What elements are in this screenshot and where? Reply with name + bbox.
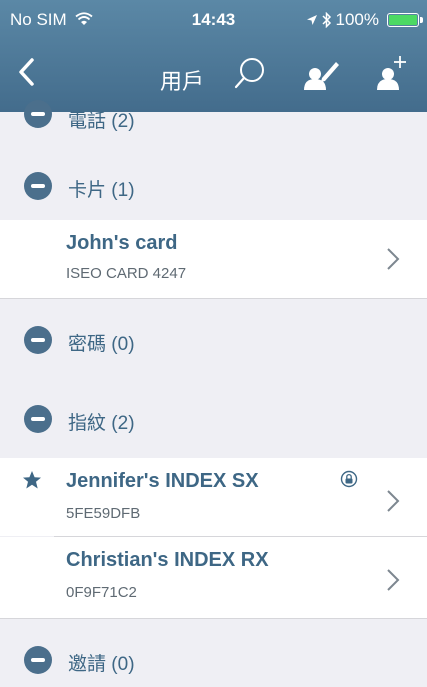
- section-label-phones: 電話 (2): [68, 111, 135, 132]
- section-header-cards[interactable]: 卡片 (1): [0, 150, 427, 220]
- chevron-right-icon: [387, 248, 400, 270]
- list-item-christian-index[interactable]: Christian's INDEX RX 0F9F71C2: [0, 537, 427, 618]
- item-title: Christian's INDEX RX: [66, 549, 269, 571]
- battery-percent: 100%: [335, 10, 379, 29]
- item-title: Jennifer's INDEX SX: [66, 470, 259, 492]
- item-title: John's card: [66, 232, 178, 254]
- app-header: No SIM 14:43 100% 用戶: [0, 0, 427, 112]
- item-subtitle: 0F9F71C2: [66, 584, 137, 601]
- list-item-jennifer-index[interactable]: Jennifer's INDEX SX 5FE59DFB: [0, 458, 427, 536]
- chevron-right-icon: [387, 569, 400, 591]
- page-title: 用戶: [160, 69, 205, 94]
- status-bar: No SIM 14:43 100%: [0, 0, 427, 38]
- section-label-passwords: 密碼 (0): [68, 334, 135, 355]
- minus-circle-icon[interactable]: [24, 172, 52, 200]
- list-item-johns-card[interactable]: John's card ISEO CARD 4247: [0, 220, 427, 298]
- star-icon: [23, 471, 41, 489]
- minus-circle-icon[interactable]: [24, 405, 52, 433]
- add-user-icon[interactable]: [370, 52, 414, 96]
- back-chevron-icon[interactable]: [12, 52, 42, 92]
- search-icon[interactable]: [228, 52, 272, 96]
- lock-icon: [340, 470, 358, 488]
- item-subtitle: 5FE59DFB: [66, 505, 141, 522]
- item-subtitle: ISEO CARD 4247: [66, 265, 187, 282]
- battery-icon: [387, 13, 423, 27]
- status-right: 100%: [306, 10, 423, 30]
- edit-user-icon[interactable]: [300, 52, 344, 96]
- minus-circle-icon[interactable]: [24, 326, 52, 354]
- minus-circle-icon[interactable]: [24, 100, 52, 128]
- section-label-invitations: 邀請 (0): [68, 654, 135, 675]
- location-arrow-icon: [306, 15, 317, 25]
- section-header-passwords[interactable]: 密碼 (0): [0, 299, 427, 378]
- chevron-right-icon: [387, 490, 400, 512]
- section-header-invitations[interactable]: 邀請 (0): [0, 619, 427, 687]
- bluetooth-icon: [321, 12, 331, 28]
- section-header-phones[interactable]: 電話 (2): [0, 100, 427, 150]
- section-header-fingerprints[interactable]: 指紋 (2): [0, 378, 427, 458]
- section-label-cards: 卡片 (1): [68, 180, 135, 201]
- navigation-bar: 用戶: [0, 38, 427, 112]
- section-label-fingerprints: 指紋 (2): [68, 413, 135, 434]
- minus-circle-icon[interactable]: [24, 646, 52, 674]
